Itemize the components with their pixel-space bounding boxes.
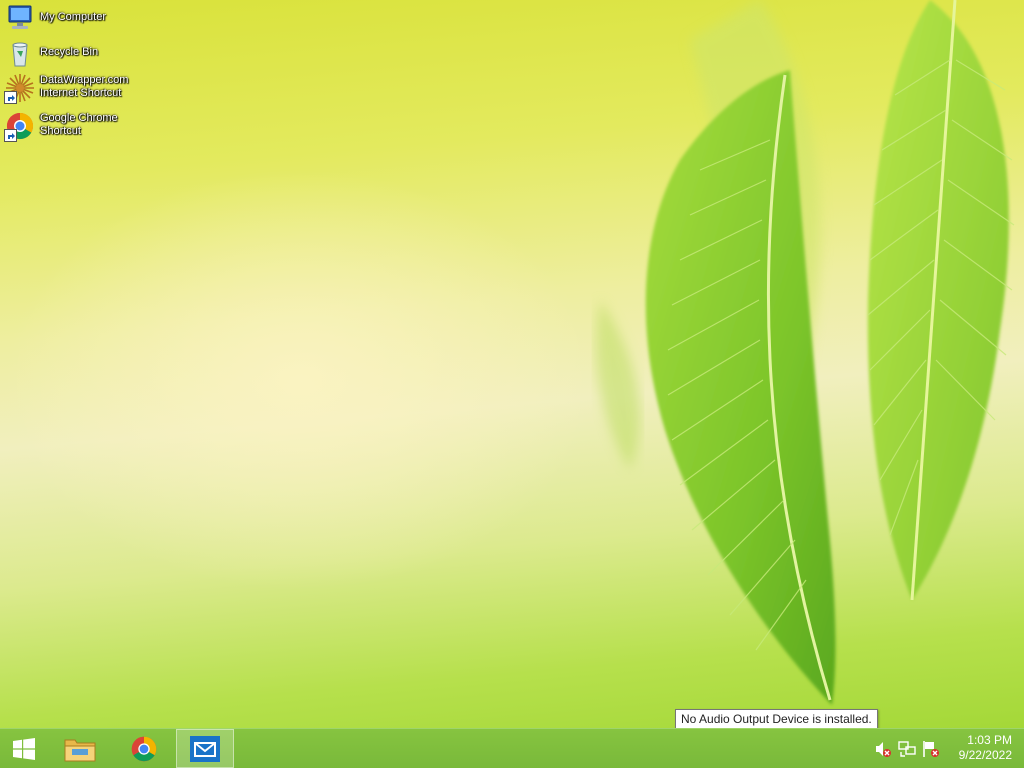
clock-time: 1:03 PM	[967, 733, 1012, 747]
action-center-flag-icon[interactable]	[922, 740, 940, 758]
mail-icon	[190, 735, 220, 762]
taskbar-file-explorer-button[interactable]	[52, 729, 108, 768]
wallpaper-leaf-image	[596, 0, 1015, 705]
desktop-icon-my-computer[interactable]: My Computer	[4, 2, 136, 36]
taskbar: 1:03 PM 9/22/2022	[0, 728, 1024, 768]
audio-tooltip: No Audio Output Device is installed.	[675, 709, 878, 729]
network-icon[interactable]	[898, 740, 916, 758]
recycle-bin-icon	[4, 37, 36, 69]
desktop-icon-recycle-bin[interactable]: Recycle Bin	[4, 37, 136, 71]
folder-icon	[64, 739, 96, 761]
shortcut-arrow-icon	[4, 129, 17, 142]
desktop-icon-google-chrome[interactable]: Google Chrome Shortcut	[4, 110, 136, 144]
start-button[interactable]	[0, 729, 48, 768]
chrome-icon	[131, 736, 157, 761]
speaker-muted-icon[interactable]	[874, 740, 892, 758]
chrome-icon	[4, 110, 36, 142]
taskbar-clock[interactable]: 1:03 PM 9/22/2022	[942, 733, 1012, 763]
system-tray: 1:03 PM 9/22/2022	[864, 729, 1024, 768]
desktop-icon-datawrapper[interactable]: DataWrapper.com Internet Shortcut	[4, 72, 136, 106]
taskbar-chrome-button[interactable]	[116, 729, 172, 768]
sunburst-logo-icon	[4, 72, 36, 104]
desktop-icon-label: My Computer	[40, 11, 107, 23]
clock-date: 9/22/2022	[958, 748, 1012, 762]
desktop-icon-label: Recycle Bin	[40, 46, 99, 58]
desktop-icon-label: DataWrapper.com Internet Shortcut	[40, 74, 129, 99]
desktop[interactable]: My Computer Recycle Bin DataWrapper.com …	[0, 0, 1024, 728]
windows-logo-icon	[13, 737, 35, 760]
shortcut-arrow-icon	[4, 91, 17, 104]
desktop-icon-label: Google Chrome Shortcut	[40, 112, 118, 137]
taskbar-mail-button[interactable]	[176, 729, 234, 768]
computer-icon	[4, 2, 36, 34]
